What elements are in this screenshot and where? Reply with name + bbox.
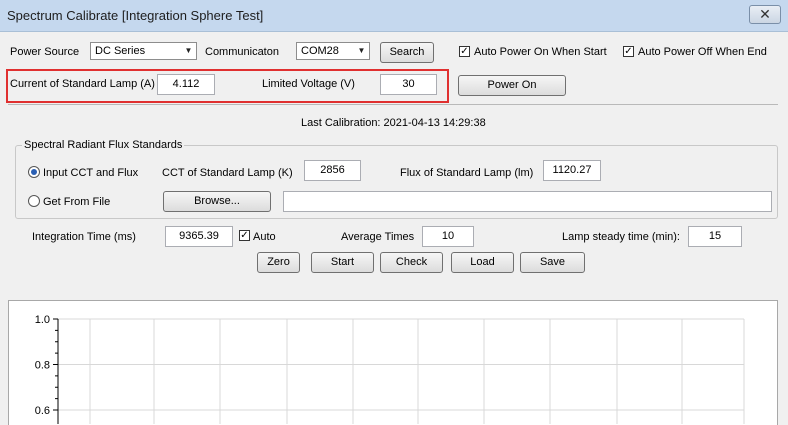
- y-tick-label: 1.0: [35, 314, 50, 326]
- chart-grid: [58, 318, 745, 424]
- chart-axis: 1.0 0.8 0.6: [35, 314, 59, 424]
- y-tick-label: 0.6: [35, 405, 50, 417]
- y-tick-label: 0.8: [35, 360, 50, 372]
- spectrum-chart: 1.0 0.8 0.6: [35, 314, 745, 424]
